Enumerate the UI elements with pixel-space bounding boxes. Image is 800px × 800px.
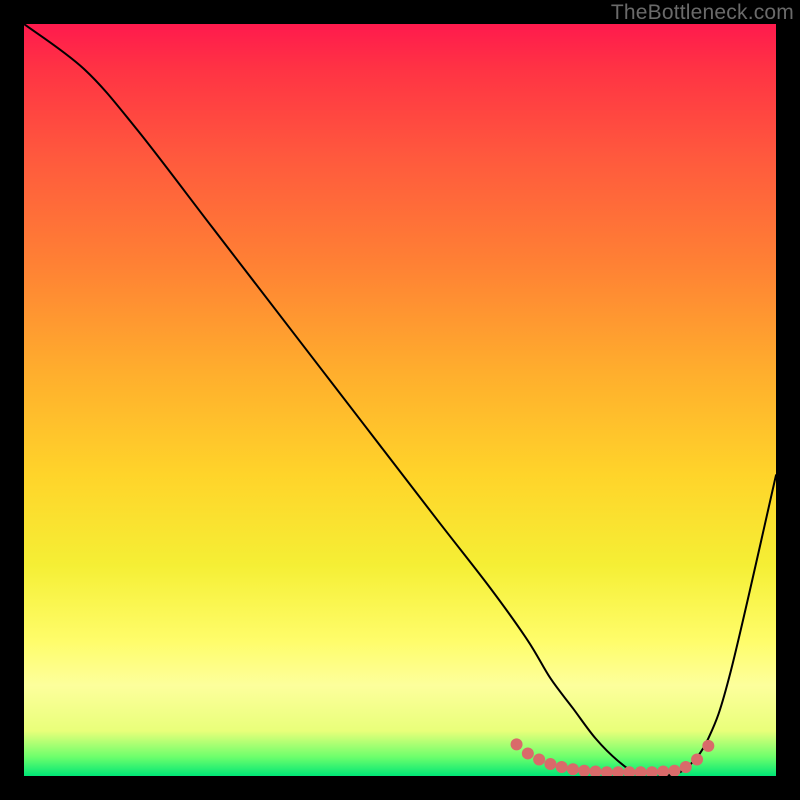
valley-marker [680,761,692,773]
valley-marker [533,753,545,765]
valley-marker [657,765,669,776]
valley-marker [646,766,658,776]
valley-marker [601,766,613,776]
valley-marker [544,758,556,770]
valley-marker [635,766,647,776]
valley-marker [556,761,568,773]
valley-marker [702,740,714,752]
watermark-text: TheBottleneck.com [611,1,794,25]
valley-marker [691,753,703,765]
valley-marker [578,765,590,776]
bottleneck-curve [24,24,776,776]
chart-frame [24,24,776,776]
valley-marker [668,765,680,776]
valley-marker [522,747,534,759]
valley-marker [612,766,624,776]
chart-svg [24,24,776,776]
curve-layer [24,24,776,776]
valley-marker [590,765,602,776]
valley-marker [567,763,579,775]
valley-marker [511,738,523,750]
